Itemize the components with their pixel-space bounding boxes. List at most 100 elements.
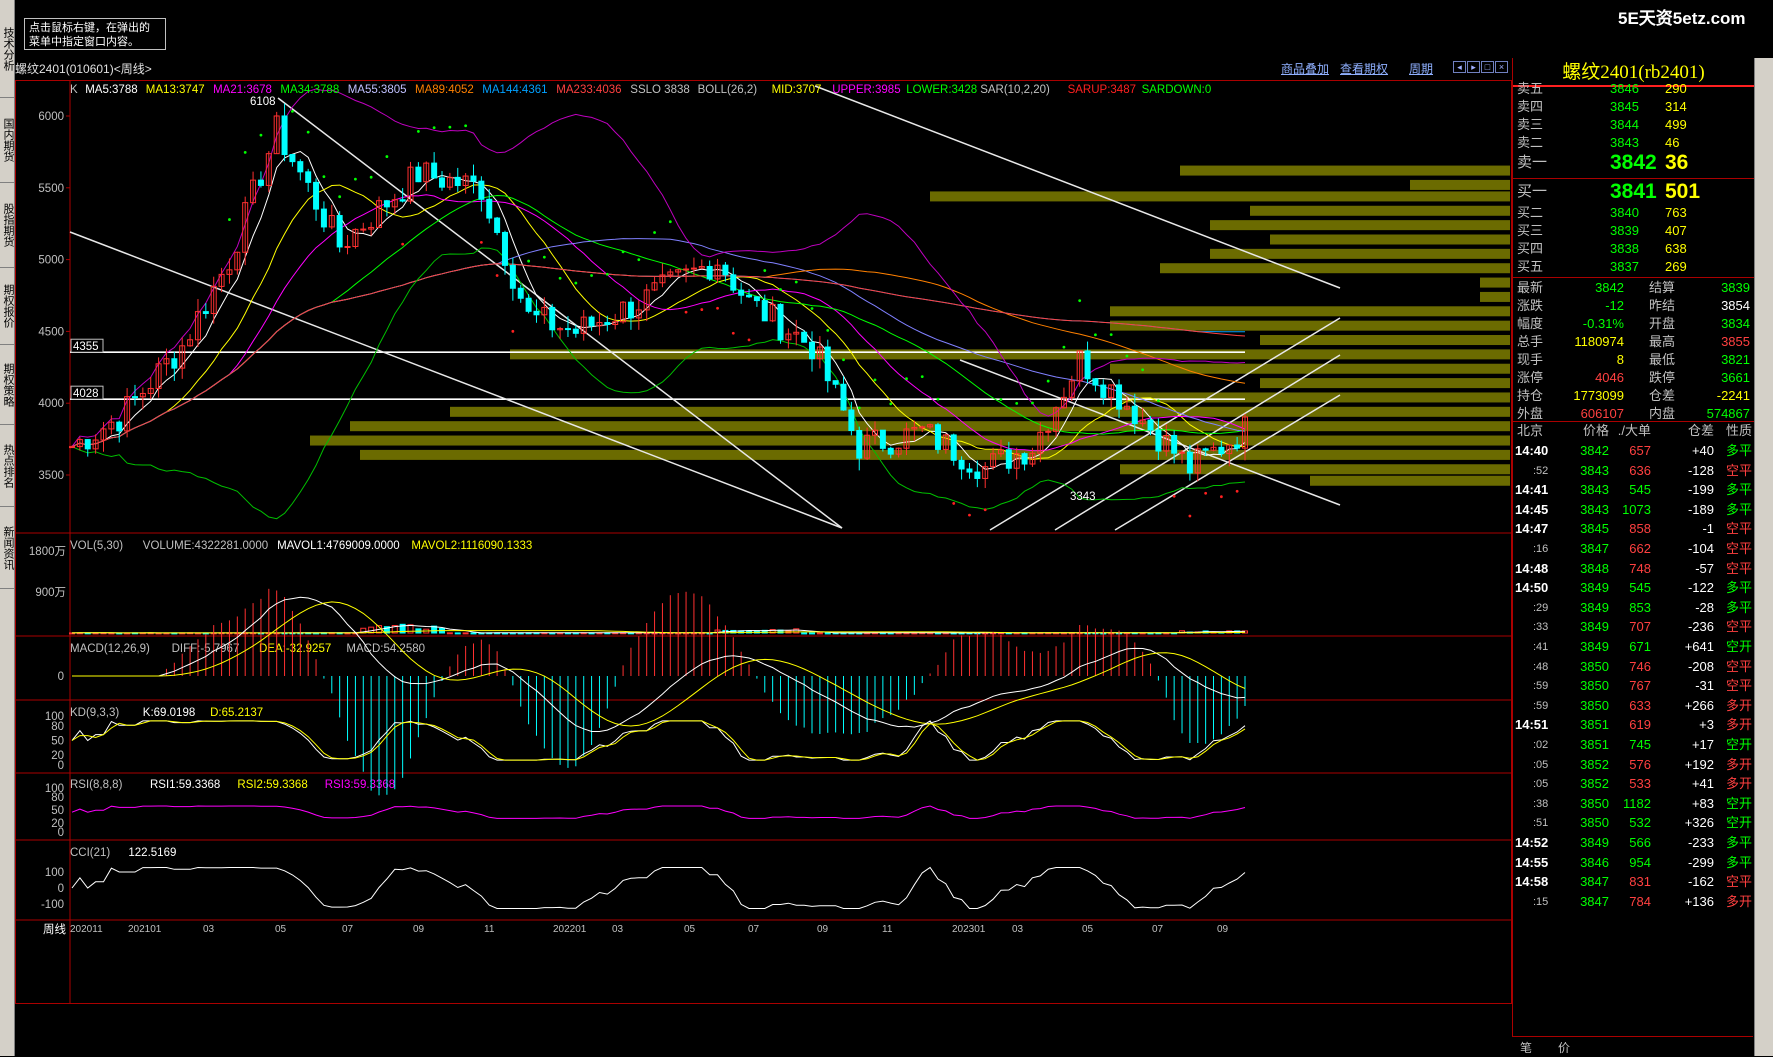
main-indicator-value: SARDOWN:0	[1142, 84, 1212, 96]
tick-price: 3849	[1580, 619, 1609, 635]
sar-dot	[731, 331, 735, 335]
sar-dot	[385, 155, 389, 158]
tick-nature: 多平	[1725, 501, 1752, 517]
candle-body	[683, 268, 690, 271]
candle-body	[958, 459, 965, 470]
tick-price: 3843	[1580, 501, 1609, 517]
candle-body	[564, 328, 571, 331]
price-axis-label: 4000	[38, 398, 64, 410]
tick-row: 14:47 3845 858 -1 空平	[1513, 519, 1754, 539]
stat-row: 持仓 1773099 仓差 -2241	[1513, 386, 1754, 406]
left-tab-6[interactable]: 新闻资讯	[0, 507, 14, 589]
tick-oi-change: +41	[1691, 776, 1714, 792]
tick-oi-change: -128	[1687, 462, 1714, 478]
close-window-icon[interactable]: ×	[1495, 61, 1508, 73]
candle-body	[517, 287, 524, 299]
volume-profile-bar	[1110, 363, 1510, 374]
candle-body	[746, 294, 753, 298]
bid-level-label: 买五	[1517, 259, 1544, 274]
candle-body	[1131, 405, 1138, 425]
sar-dot	[889, 402, 893, 406]
left-tab-5[interactable]: 热点排名	[0, 425, 14, 507]
tick-time: :38	[1533, 797, 1549, 810]
tick-nature: 空开	[1725, 815, 1752, 831]
tick-nature: 空开	[1725, 795, 1752, 811]
tick-time: 14:48	[1515, 560, 1549, 576]
tick-volume: 1073	[1622, 501, 1651, 517]
time-axis-label: 09	[817, 924, 829, 935]
tick-nature: 空平	[1725, 541, 1752, 556]
sar-dot	[1015, 401, 1019, 405]
volume-profile-bar	[1210, 220, 1510, 231]
restore-window-icon[interactable]: □	[1481, 61, 1494, 73]
ask-level-label: 卖五	[1517, 81, 1544, 96]
main-indicator-value: MA233:4036	[556, 84, 621, 96]
period-link[interactable]: 周期	[1409, 62, 1433, 76]
candle-body	[1045, 430, 1052, 433]
tick-nature: 空开	[1725, 737, 1752, 752]
tick-time: 14:41	[1515, 482, 1549, 498]
tick-oi-change: +40	[1691, 443, 1714, 458]
rsi-line	[71, 805, 1246, 819]
vol-indicator-value: MAVOL1:4769009.0000	[277, 540, 400, 552]
tick-row: 14:58 3847 831 -162 空平	[1513, 872, 1754, 892]
tick-time: 14:55	[1515, 854, 1549, 870]
tick-nature: 多平	[1725, 835, 1752, 850]
view-options-link[interactable]: 查看期权	[1340, 62, 1388, 76]
vertical-scrollbar[interactable]	[1754, 58, 1773, 1056]
tick-time: :29	[1533, 601, 1549, 614]
tab-trades[interactable]: 笔	[1520, 1039, 1532, 1056]
sar-dot	[952, 502, 956, 505]
candle-body	[1100, 384, 1107, 398]
rsi-axis-label: 0	[58, 827, 64, 839]
left-tab-3[interactable]: 期权报价	[0, 268, 14, 345]
tab-prices[interactable]: 价	[1558, 1039, 1570, 1056]
left-tab-0[interactable]: 技术分析	[0, 0, 14, 98]
stat-value: 1180974	[1574, 334, 1624, 349]
candle-body	[919, 426, 926, 429]
left-tab-2[interactable]: 股指期货	[0, 183, 14, 268]
candle-body	[1186, 451, 1193, 474]
volume-bar	[801, 632, 808, 635]
left-tab-1[interactable]: 国内期货	[0, 98, 14, 183]
stat-value: 3821	[1721, 352, 1750, 367]
left-tab-4[interactable]: 期权策略	[0, 345, 14, 425]
stat-value: -0.31%	[1582, 316, 1624, 331]
main-indicator-value: MA5:3788	[85, 84, 137, 96]
ask-level-label: 卖四	[1517, 99, 1544, 114]
time-axis-label: 03	[203, 924, 215, 935]
candle-body	[690, 267, 697, 270]
macd-indicator-value: MACD:54.2580	[346, 643, 425, 655]
volume-axis-label: 900万	[35, 587, 66, 599]
watermark-logo: 5E天资5etz.com	[1618, 9, 1746, 28]
stat-label: 涨停	[1517, 370, 1544, 385]
tick-nature: 空平	[1725, 874, 1752, 890]
tick-nature: 多平	[1725, 580, 1752, 596]
time-axis-label: 03	[1012, 924, 1024, 935]
sar-dot	[747, 338, 751, 342]
kd-axis-label: 80	[51, 721, 64, 733]
tick-row: :33 3849 707 -236 空平	[1513, 617, 1754, 637]
stat-value: 8	[1616, 352, 1624, 367]
tick-oi-change: +641	[1684, 639, 1714, 654]
tick-oi-change: +83	[1691, 795, 1714, 811]
tick-volume: 633	[1629, 697, 1651, 713]
volume-profile-bar	[510, 349, 1510, 360]
tick-row: :05 3852 576 +192 多开	[1513, 755, 1754, 775]
candle-body	[1116, 384, 1123, 410]
sar-dot	[779, 288, 782, 291]
tick-nature: 空平	[1725, 678, 1752, 694]
hint-tooltip: 点击鼠标右键，在弹出的 菜单中指定窗口内容。	[24, 18, 166, 50]
candle-body	[431, 162, 438, 179]
stat-row: 涨跌 -12 昨结 3854	[1513, 296, 1754, 316]
tick-volume: 746	[1629, 658, 1651, 674]
overlay-symbol-link[interactable]: 商品叠加	[1281, 62, 1329, 76]
next-window-icon[interactable]: ▸	[1467, 61, 1480, 73]
tick-row: :16 3847 662 -104 空平	[1513, 539, 1754, 559]
stat-row: 总手 1180974 最高 3855	[1513, 332, 1754, 352]
sar-dot	[369, 175, 373, 179]
kline-chart[interactable]: 6000550050004500400035004355402861083343…	[15, 80, 1512, 1056]
prev-window-icon[interactable]: ◂	[1453, 61, 1466, 73]
candle-body	[289, 154, 296, 163]
tick-nature: 多开	[1725, 717, 1752, 733]
